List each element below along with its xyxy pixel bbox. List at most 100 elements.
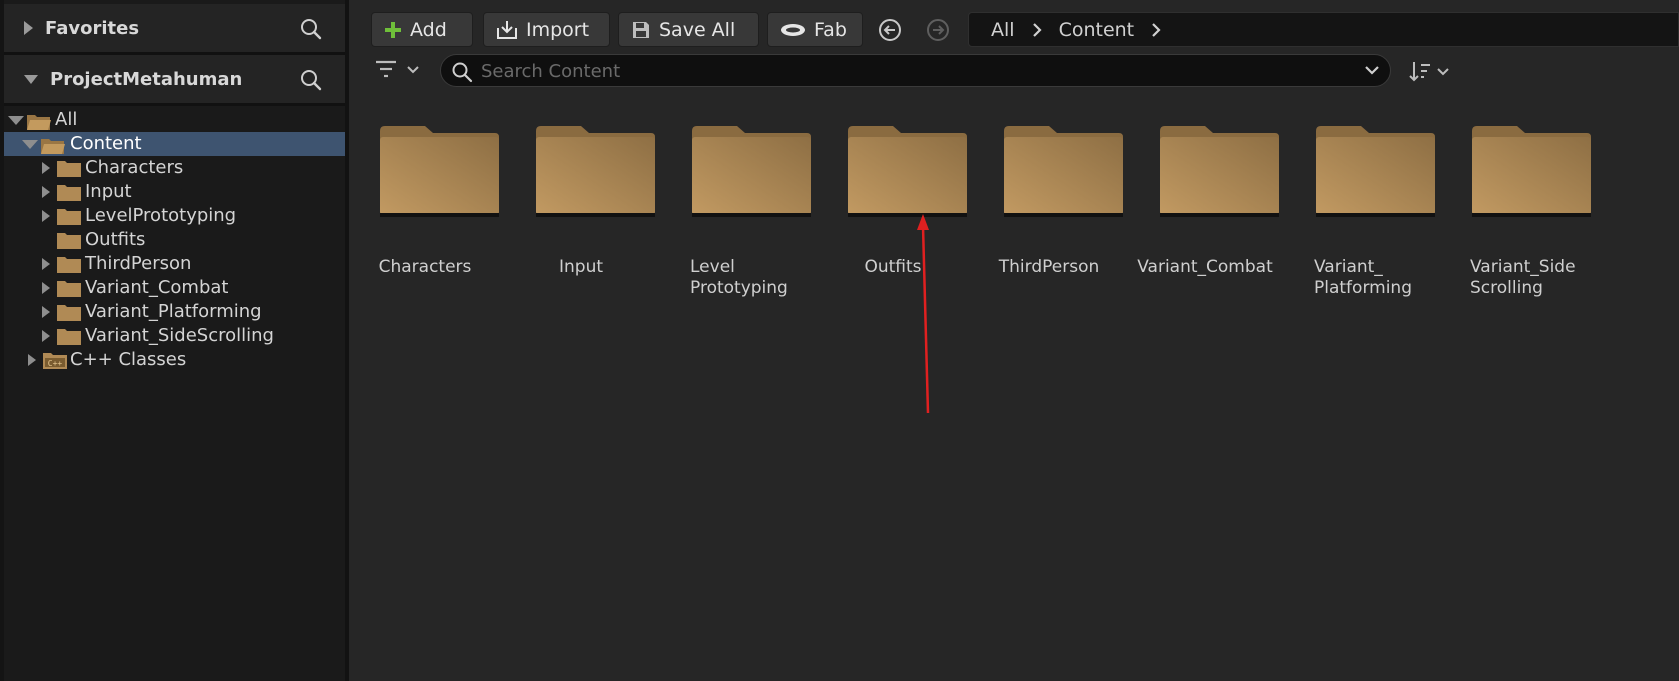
search-input[interactable] [481,59,1341,83]
folder-icon [380,126,499,217]
add-label: Add [410,18,447,41]
collapsed-arrow-icon[interactable] [42,282,50,294]
folder-icon [57,185,81,201]
tree-item-label: Variant_SideScrolling [85,325,274,346]
save-icon [633,21,649,38]
tree-item-levelprototyping[interactable]: LevelPrototyping [4,204,345,228]
folder-label-line: Scrolling [1470,278,1543,298]
tree-item-input[interactable]: Input [4,180,345,204]
folder-tile[interactable]: Variant_Combat [1130,125,1280,305]
collapsed-arrow-icon[interactable] [42,186,50,198]
tree-item-variant-combat[interactable]: Variant_Combat [4,276,345,300]
folder-label: Variant_ Platforming [1286,257,1436,299]
folder-icon [57,161,81,177]
cpp-folder-icon: C++ [43,353,67,369]
tree-item-label: Characters [85,157,184,178]
import-icon [497,20,517,39]
folder-icon [57,233,81,249]
collapsed-arrow-icon[interactable] [42,210,50,222]
tree-item-cpp-classes[interactable]: C++ C++ Classes [4,348,345,372]
collapsed-arrow-icon[interactable] [42,306,50,318]
fab-label: Fab [814,18,847,41]
open-folder-icon [41,139,65,154]
svg-text:C++: C++ [48,359,63,368]
folder-label: Input [506,257,656,278]
folder-icon [57,305,81,321]
folder-label-line: Platforming [1314,278,1412,298]
add-button[interactable]: Add [371,12,473,47]
folder-label: Outfits [818,257,968,278]
section-divider [4,103,345,106]
collapsed-arrow-icon[interactable] [42,330,50,342]
collapsed-arrow-icon[interactable] [28,354,36,366]
expanded-arrow-icon[interactable] [22,140,38,149]
breadcrumb: All Content [968,12,1679,47]
breadcrumb-item-all[interactable]: All [991,19,1015,41]
folder-label: ThirdPerson [974,257,1124,278]
collapsed-arrow-icon[interactable] [42,162,50,174]
chevron-right-icon[interactable] [1150,22,1162,38]
plus-icon [385,21,401,38]
folder-icon [1004,126,1123,217]
fab-icon [781,23,805,36]
tree-item-all[interactable]: All [4,108,345,132]
search-icon[interactable] [299,17,323,41]
folder-icon [692,126,811,217]
splitter[interactable] [345,0,349,681]
favorites-header[interactable]: Favorites [4,4,345,52]
folder-tile[interactable]: Variant_ Platforming [1286,125,1436,305]
search-icon [452,62,473,83]
folder-label-line: Level [690,257,735,277]
folder-label-line: Variant_ [1314,257,1383,277]
tree-item-label: ThirdPerson [85,253,192,274]
folder-tile[interactable]: Level Prototyping [662,125,812,305]
folder-tile[interactable]: Variant_Side Scrolling [1442,125,1592,305]
search-icon[interactable] [299,68,323,92]
tree-item-characters[interactable]: Characters [4,156,345,180]
fab-button[interactable]: Fab [767,12,863,47]
import-button[interactable]: Import [483,12,610,47]
folder-icon [536,126,655,217]
folder-label-line: ThirdPerson [998,257,1100,277]
folder-tile[interactable]: Input [506,125,656,305]
chevron-right-icon[interactable] [1031,22,1043,38]
folder-label-line: Characters [378,257,472,277]
tree-item-label: All [55,109,78,130]
chevron-down-icon[interactable] [1364,64,1380,78]
tree-item-label: Variant_Platforming [85,301,262,322]
folder-icon [848,126,967,217]
folder-icon [57,257,81,273]
folder-tile[interactable]: ThirdPerson [974,125,1124,305]
folder-tile[interactable]: Outfits [818,125,968,305]
folder-label-line: Variant_Side [1470,257,1576,277]
tree-item-content[interactable]: Content [4,132,345,156]
project-header[interactable]: ProjectMetahuman [4,55,345,103]
folder-icon [57,281,81,297]
sort-icon[interactable] [1408,60,1452,84]
tree-item-label: LevelPrototyping [85,205,237,226]
tree-item-label: C++ Classes [70,349,187,370]
folder-label: Characters [350,257,500,278]
search-bar[interactable] [440,54,1391,87]
save-all-button[interactable]: Save All [618,12,759,47]
tree-item-thirdperson[interactable]: ThirdPerson [4,252,345,276]
tree-item-outfits[interactable]: Outfits [4,228,345,252]
back-arrow-icon[interactable] [878,18,902,42]
collapsed-arrow-icon[interactable] [42,258,50,270]
breadcrumb-item-content[interactable]: Content [1059,19,1135,41]
collapsed-arrow-icon[interactable] [24,21,33,35]
tree-item-variant-platforming[interactable]: Variant_Platforming [4,300,345,324]
folder-label: Variant_Side Scrolling [1442,257,1592,299]
folder-label: Variant_Combat [1130,257,1280,278]
folder-icon [1316,126,1435,217]
tree-item-label: Input [85,181,132,202]
forward-arrow-icon[interactable] [926,18,950,42]
folder-icon [57,329,81,345]
tree-item-label: Content [70,133,142,154]
expanded-arrow-icon[interactable] [24,74,38,84]
tree-item-variant-sidescrolling[interactable]: Variant_SideScrolling [4,324,345,348]
open-folder-icon [27,115,51,130]
folder-tile[interactable]: Characters [350,125,500,305]
filter-icon[interactable] [374,58,422,82]
expanded-arrow-icon[interactable] [8,116,24,125]
